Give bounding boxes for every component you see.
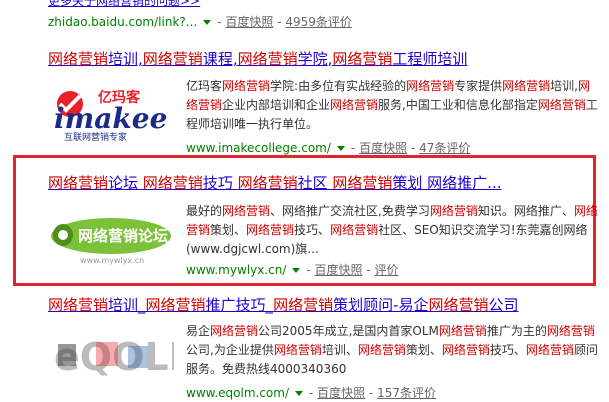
desc-text: 策划、 (210, 223, 247, 237)
desc-keyword: 网络营销 (406, 79, 455, 93)
result-url-line-2: www.mywlyx.cn/- 百度快照 - 评价 (186, 263, 399, 277)
desc-keyword: 网络营销 (246, 223, 295, 237)
desc-keyword: 网络营销 (357, 343, 406, 357)
title-text[interactable]: 学院, (298, 50, 333, 68)
more-answers-link[interactable]: 更多关于网络营销的问题>> (48, 0, 200, 8)
desc-text: 技巧、 (489, 343, 526, 357)
desc-text: 推广为主的 (486, 324, 547, 338)
desc-text: 易企 (186, 324, 211, 338)
desc-text: 企业内部培训和企业 (222, 98, 331, 112)
desc-text: 专家提供 (454, 79, 503, 93)
logo-sub-text: 互联网营销专家 (64, 131, 127, 143)
result-url-1[interactable]: www.imakecollege.com/ (186, 141, 331, 155)
desc-text: 学院:由多位有实战经验的 (270, 79, 407, 93)
top-url[interactable]: zhidao.baidu.com/link?... (48, 15, 197, 29)
logo-cn-text: 网络营销论坛 (78, 227, 168, 245)
reviews-link-3[interactable]: 157条评价 (377, 386, 436, 400)
title-text[interactable]: 培训, (108, 50, 143, 68)
desc-keyword: 网络营销 (222, 79, 271, 93)
desc-text: 知识。网络推广、 (477, 204, 574, 218)
reviews-link-1[interactable]: 47条评价 (419, 141, 470, 155)
result-desc-2: 最好的网络营销、网络推广交流社区,免费学习网络营销知识。网络推广、网络营销策划、… (186, 202, 598, 259)
desc-keyword: 网络营销 (210, 324, 259, 338)
desc-text: 服务,中国工业和信息化部指定 (378, 98, 538, 112)
title-text[interactable]: 课程, (203, 50, 238, 68)
title-text[interactable]: 推广技巧_ (206, 296, 274, 314)
desc-keyword: 网络营销 (502, 79, 551, 93)
desc-text: 技巧、 (294, 223, 331, 237)
title-keyword[interactable]: 网络营销 (143, 174, 203, 192)
title-text[interactable]: 培训_ (108, 296, 146, 314)
title-text[interactable]: 论坛 (108, 174, 143, 192)
result-title-1[interactable]: 网络营销培训,网络营销课程,网络营销学院,网络营销工程师培训 (48, 50, 467, 68)
title-text[interactable]: 社区 (298, 174, 333, 192)
desc-text: 培训, (550, 79, 578, 93)
logo-sub-text: www.mywlyx.cn (80, 256, 144, 265)
desc-text: 亿玛客 (186, 79, 223, 93)
dropdown-arrow-icon[interactable] (292, 268, 301, 273)
cache-link-3[interactable]: 百度快照 (317, 386, 365, 400)
desc-keyword: 网络营销 (222, 204, 271, 218)
eqolm-logo: eQOLM (48, 324, 174, 390)
desc-text: 最好的 (186, 204, 223, 218)
desc-keyword: 网络营销 (273, 343, 322, 357)
reviews-link-2[interactable]: 评价 (375, 263, 399, 277)
more-answers-text[interactable]: 更多关于网络营销的问题>> (48, 0, 200, 8)
title-text[interactable]: 技巧 (203, 174, 238, 192)
title-keyword[interactable]: 网络营销 (238, 174, 298, 192)
title-keyword[interactable]: 网络营销 (429, 296, 489, 314)
desc-text: 策划、 (405, 343, 442, 357)
dropdown-arrow-icon[interactable] (203, 20, 212, 25)
title-keyword[interactable]: 网络营销 (332, 174, 392, 192)
imakee-logo: 亿玛客 imakee 互联网营销专家 (48, 82, 174, 144)
title-keyword[interactable]: 网络营销 (48, 50, 108, 68)
top-reviews-link[interactable]: 4959条评价 (285, 15, 352, 29)
result-title-2[interactable]: 网络营销论坛 网络营销技巧 网络营销社区 网络营销策划 网络推广... (48, 174, 501, 192)
result-url-line-3: www.eqolm.com/- 百度快照 - 157条评价 (186, 386, 437, 400)
desc-keyword: 网络营销 (438, 324, 487, 338)
mywlyx-logo: 网络营销论坛 www.mywlyx.cn (48, 208, 174, 268)
title-keyword[interactable]: 网络营销 (332, 50, 392, 68)
desc-text: 、网络推广交流社区,免费学习 (270, 204, 430, 218)
desc-keyword: 网络营销 (330, 223, 379, 237)
title-keyword[interactable]: 网络营销 (146, 296, 206, 314)
title-keyword[interactable]: 网络营销 (238, 50, 298, 68)
cache-link-2[interactable]: 百度快照 (315, 263, 363, 277)
desc-keyword: 网络营销 (525, 343, 574, 357)
top-cache-link[interactable]: 百度快照 (225, 15, 273, 29)
top-url-line: zhidao.baidu.com/link?... - 百度快照 - 4959条评… (48, 15, 352, 29)
desc-keyword: 网络营销 (537, 98, 586, 112)
desc-text: 培训、 (321, 343, 358, 357)
result-url-3[interactable]: www.eqolm.com/ (186, 386, 289, 400)
result-url-line-1: www.imakecollege.com/- 百度快照 - 47条评价 (186, 141, 471, 155)
result-title-3[interactable]: 网络营销培训_网络营销推广技巧_网络营销策划顾问-易企网络营销公司 (48, 296, 519, 314)
title-keyword[interactable]: 网络营销 (143, 50, 203, 68)
result-url-2[interactable]: www.mywlyx.cn/ (186, 263, 286, 277)
dropdown-arrow-icon[interactable] (295, 391, 304, 396)
title-keyword[interactable]: 网络营销 (48, 174, 108, 192)
desc-keyword: 网络营销 (330, 98, 379, 112)
logo-brand-text: imakee (54, 102, 167, 135)
title-text[interactable]: 策划顾问-易企 (333, 296, 428, 314)
desc-text: 公司2005年成立,是国内首家OLM (258, 324, 439, 338)
dropdown-arrow-icon[interactable] (336, 146, 345, 151)
title-keyword[interactable]: 网络营销 (48, 296, 108, 314)
desc-keyword: 网络营销 (441, 343, 490, 357)
desc-keyword: 网络营销 (429, 204, 478, 218)
desc-text: 公司,为企业提供 (186, 343, 274, 357)
cache-link-1[interactable]: 百度快照 (359, 141, 407, 155)
title-text[interactable]: 工程师培训 (392, 50, 467, 68)
desc-keyword: 网络营销 (546, 324, 595, 338)
title-text[interactable]: 公司 (489, 296, 519, 314)
title-keyword[interactable]: 网络营销 (273, 296, 333, 314)
result-desc-3: 易企网络营销公司2005年成立,是国内首家OLM网络营销推广为主的网络营销公司,… (186, 322, 598, 379)
result-desc-1: 亿玛客网络营销学院:由多位有实战经验的网络营销专家提供网络营销培训,网络营销企业… (186, 77, 598, 134)
title-text[interactable]: 策划 网络推广... (392, 174, 501, 192)
